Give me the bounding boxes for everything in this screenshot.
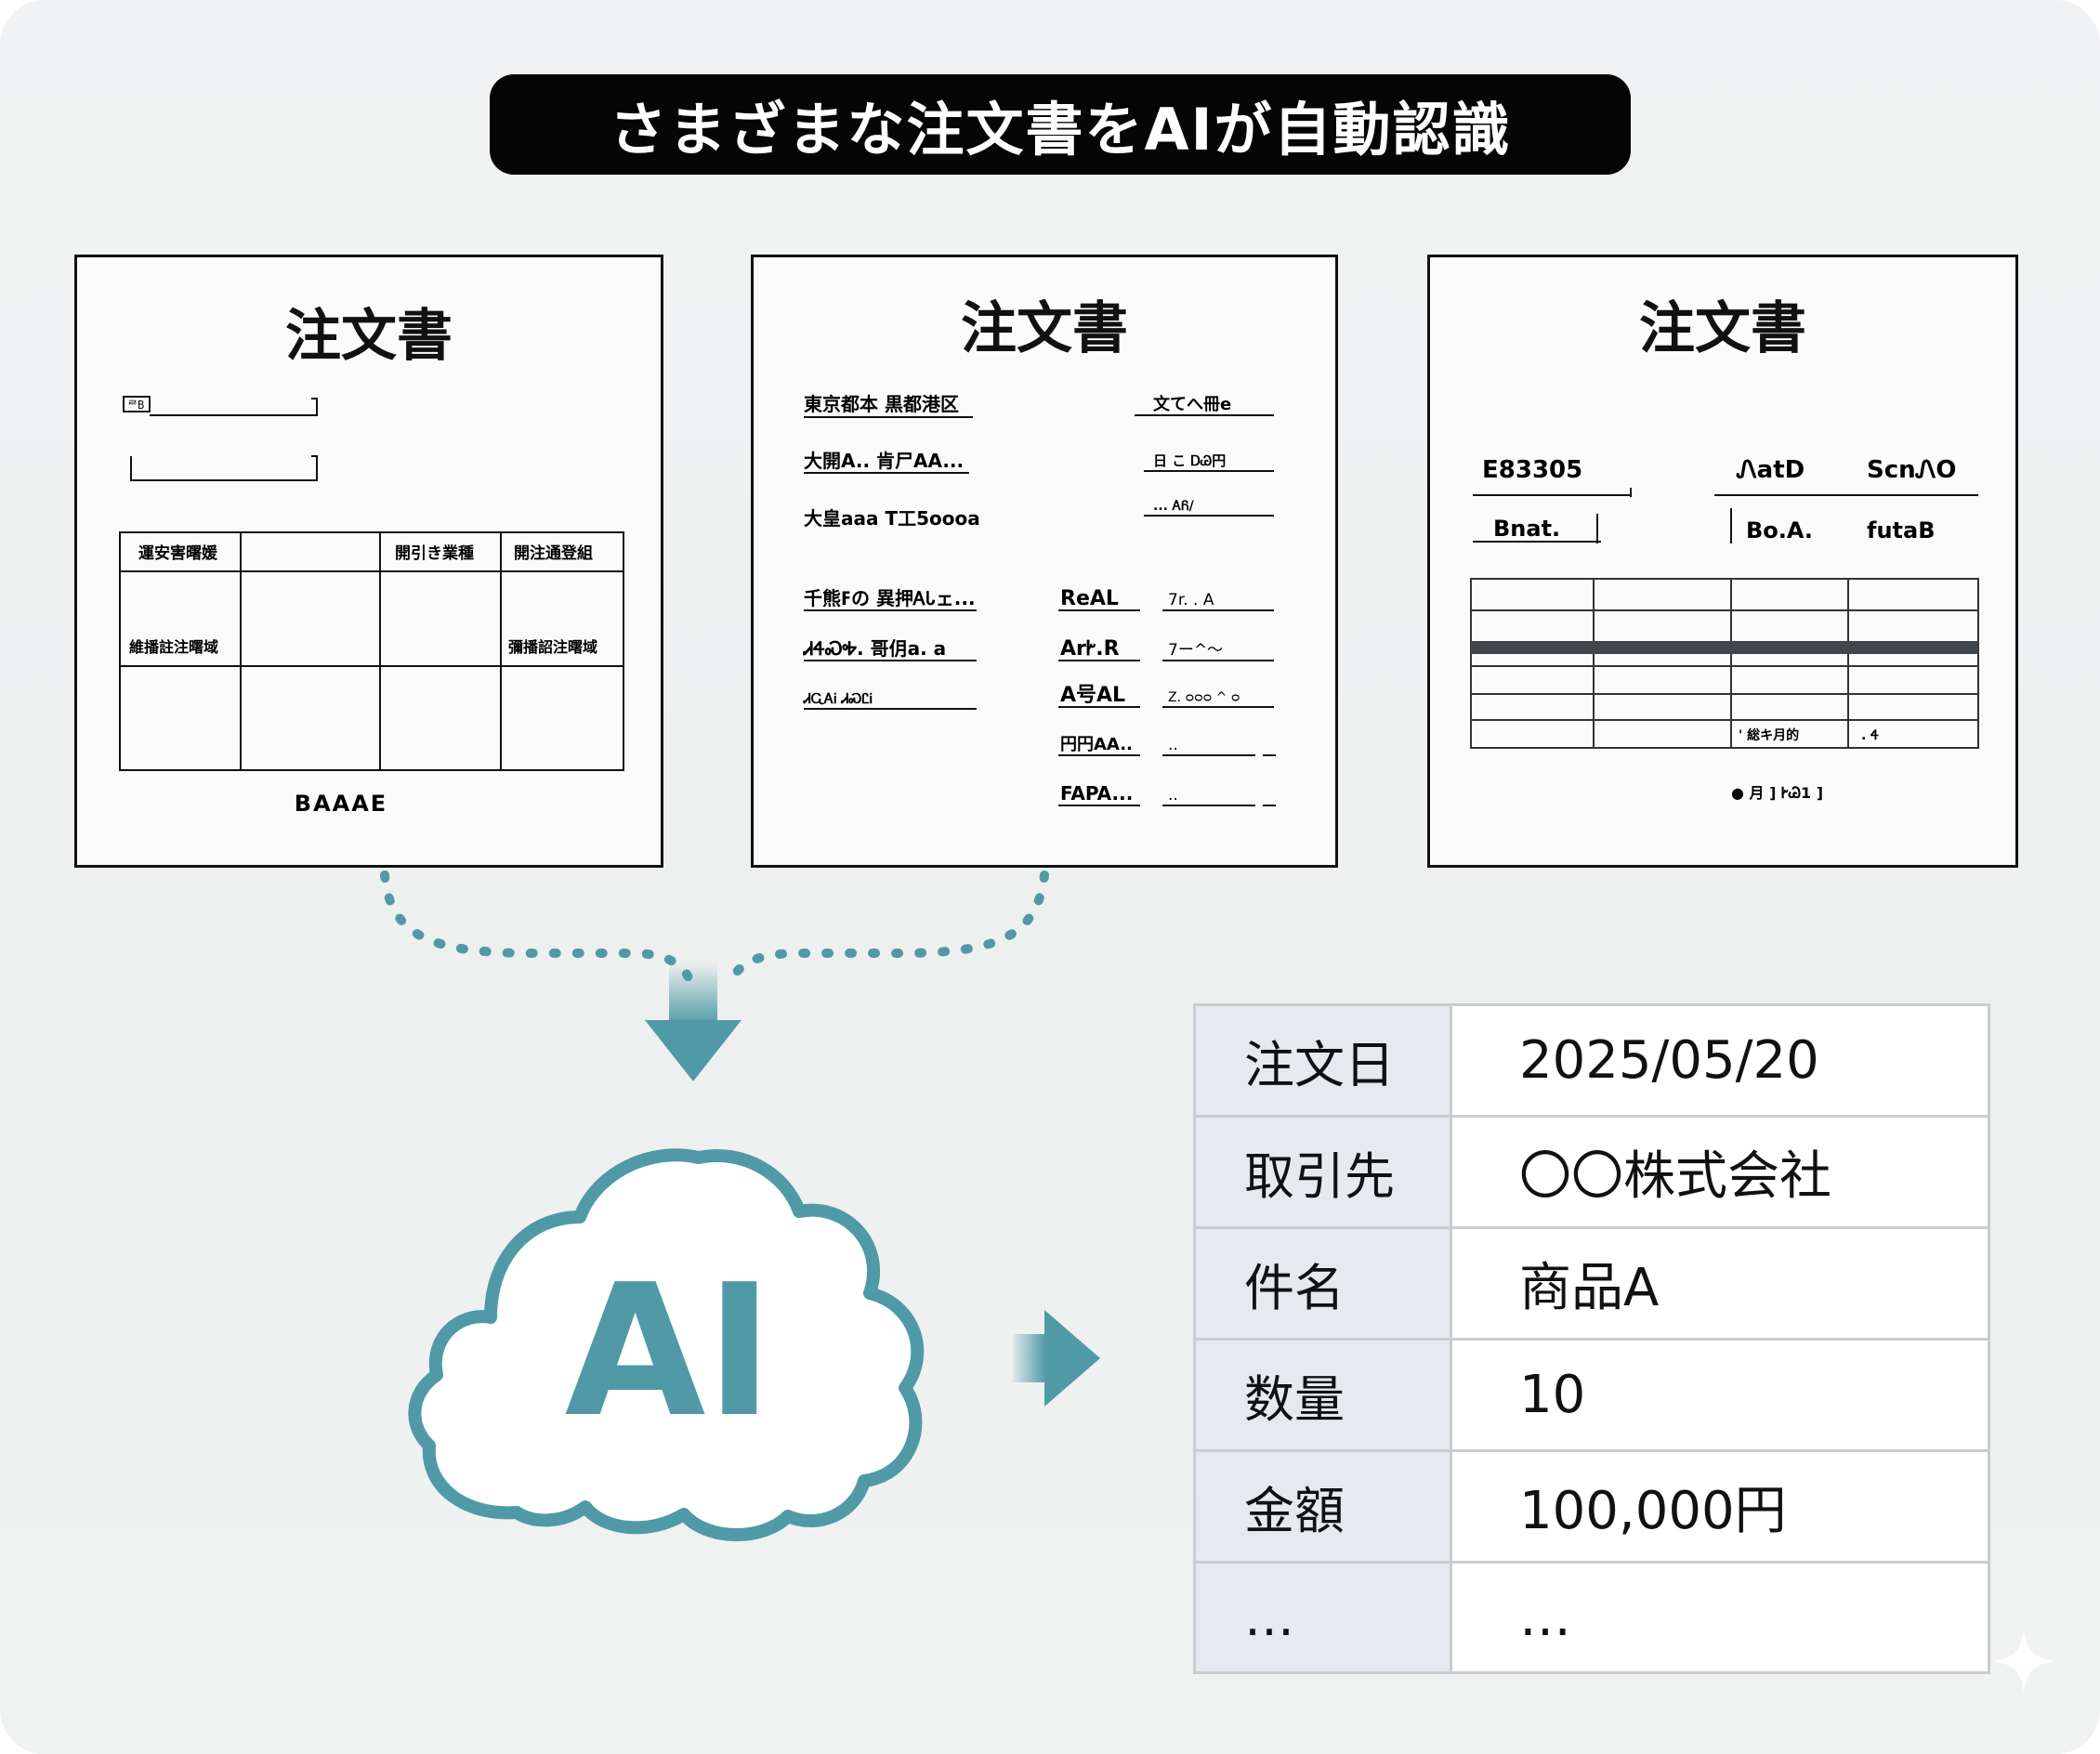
- dotted-connector-right: [726, 870, 1049, 991]
- right-arrow-shaft: [1013, 1334, 1046, 1382]
- extracted-fields-table: 注文日 2025/05/20 取引先 〇〇株式会社 件名 商品A 数量 10 金…: [1193, 1003, 1990, 1674]
- field-value: 2025/05/20: [1519, 1030, 1819, 1091]
- field-value: 商品A: [1519, 1258, 1660, 1318]
- cloud-label: AI: [565, 1246, 774, 1458]
- right-arrow-head: [1044, 1310, 1100, 1407]
- table-row: … …: [1196, 1564, 1988, 1671]
- down-arrow-head: [645, 1020, 742, 1081]
- down-arrow-shaft: [669, 962, 717, 1026]
- table-row: 注文日 2025/05/20: [1196, 1006, 1988, 1118]
- table-row: 取引先 〇〇株式会社: [1196, 1118, 1988, 1229]
- field-value: …: [1519, 1587, 1571, 1648]
- field-key: 注文日: [1196, 1006, 1452, 1115]
- table-row: 金額 100,000円: [1196, 1452, 1988, 1564]
- field-key: …: [1196, 1564, 1452, 1671]
- field-key: 件名: [1196, 1229, 1452, 1338]
- sparkle-icon: [1992, 1630, 2055, 1693]
- field-key: 数量: [1196, 1341, 1452, 1449]
- field-key: 取引先: [1196, 1118, 1452, 1226]
- field-value: 〇〇株式会社: [1519, 1146, 1831, 1207]
- dotted-connector-left: [380, 870, 696, 991]
- field-value: 100,000円: [1519, 1481, 1787, 1541]
- table-row: 数量 10: [1196, 1341, 1988, 1452]
- field-key: 金額: [1196, 1452, 1452, 1561]
- table-row: 件名 商品A: [1196, 1229, 1988, 1341]
- field-value: 10: [1519, 1365, 1586, 1425]
- page-frame: さまざまな注文書をAIが自動認識 注文書 ᄅB 運安害曙媛 開引き業種 開注通登…: [0, 0, 2100, 1754]
